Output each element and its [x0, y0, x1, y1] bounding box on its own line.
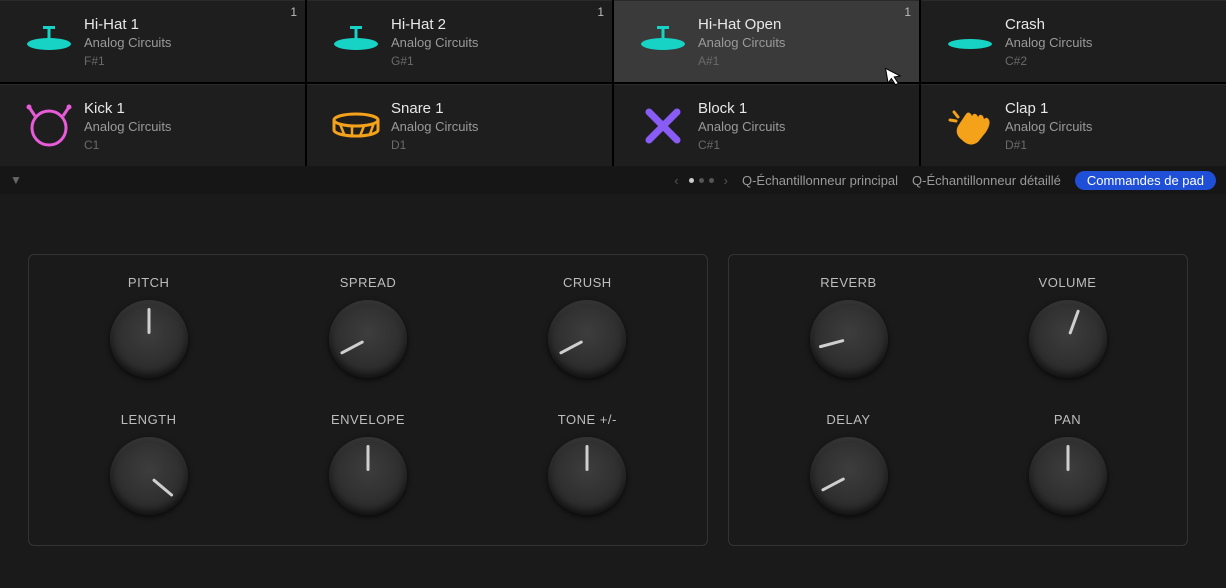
hihat-icon	[14, 22, 84, 62]
knob-label: VOLUME	[1039, 275, 1097, 290]
pad-engine: Analog Circuits	[391, 119, 598, 134]
pad-name: Kick 1	[84, 100, 291, 117]
sound-panel: PITCH SPREAD CRUSH LENGTH ENVELOPE TONE …	[28, 254, 708, 546]
knob-dial[interactable]	[329, 437, 407, 515]
disclosure-triangle[interactable]: ▼	[10, 173, 22, 187]
pad-clap-1[interactable]: Clap 1 Analog Circuits D#1	[921, 84, 1226, 166]
knob-label: ENVELOPE	[331, 412, 405, 427]
pad-snare-1[interactable]: Snare 1 Analog Circuits D1	[307, 84, 612, 166]
controls-area: PITCH SPREAD CRUSH LENGTH ENVELOPE TONE …	[0, 194, 1226, 566]
knob-dial[interactable]	[810, 300, 888, 378]
pad-engine: Analog Circuits	[1005, 35, 1212, 50]
pad-note: D1	[391, 138, 598, 152]
pad-group-badge: 1	[597, 5, 604, 19]
page-nav: ‹ ›	[674, 173, 728, 188]
knob-dial[interactable]	[548, 437, 626, 515]
knob-crush: CRUSH	[548, 275, 626, 378]
knob-label: TONE +/-	[558, 412, 617, 427]
pad-engine: Analog Circuits	[84, 35, 291, 50]
knob-dial[interactable]	[548, 300, 626, 378]
knob-dial[interactable]	[329, 300, 407, 378]
knob-dial[interactable]	[110, 437, 188, 515]
knob-delay: DELAY	[810, 412, 888, 515]
page-dots[interactable]	[689, 178, 714, 183]
pad-engine: Analog Circuits	[1005, 119, 1212, 134]
pad-note: C1	[84, 138, 291, 152]
knob-dial[interactable]	[110, 300, 188, 378]
block-icon	[628, 106, 698, 146]
pad-note: A#1	[698, 54, 905, 68]
hihat-icon	[321, 22, 391, 62]
pad-note: F#1	[84, 54, 291, 68]
knob-label: CRUSH	[563, 275, 612, 290]
pad-note: D#1	[1005, 138, 1212, 152]
pad-hi-hat-1[interactable]: Hi-Hat 1 Analog Circuits F#1 1	[0, 0, 305, 82]
pad-toolbar: ▼ ‹ › Q-Échantillonneur principal Q-Écha…	[0, 166, 1226, 194]
knob-spread: SPREAD	[329, 275, 407, 378]
knob-volume: VOLUME	[1029, 275, 1107, 378]
pad-hi-hat-open[interactable]: Hi-Hat Open Analog Circuits A#1 1	[614, 0, 919, 82]
pad-grid: Hi-Hat 1 Analog Circuits F#1 1 Hi-Hat 2 …	[0, 0, 1226, 166]
pad-hi-hat-2[interactable]: Hi-Hat 2 Analog Circuits G#1 1	[307, 0, 612, 82]
knob-tone-: TONE +/-	[548, 412, 626, 515]
pad-name: Crash	[1005, 16, 1212, 33]
tab-sampler-detail[interactable]: Q-Échantillonneur détaillé	[912, 173, 1061, 188]
pad-note: C#2	[1005, 54, 1212, 68]
pad-name: Block 1	[698, 100, 905, 117]
knob-label: PAN	[1054, 412, 1081, 427]
pad-name: Hi-Hat 2	[391, 16, 598, 33]
pad-engine: Analog Circuits	[698, 119, 905, 134]
knob-label: REVERB	[820, 275, 876, 290]
pad-name: Hi-Hat 1	[84, 16, 291, 33]
knob-dial[interactable]	[810, 437, 888, 515]
pad-engine: Analog Circuits	[698, 35, 905, 50]
knob-envelope: ENVELOPE	[329, 412, 407, 515]
knob-label: DELAY	[826, 412, 870, 427]
pad-group-badge: 1	[904, 5, 911, 19]
mix-panel: REVERB VOLUME DELAY PAN	[728, 254, 1188, 546]
knob-dial[interactable]	[1029, 437, 1107, 515]
knob-pan: PAN	[1029, 412, 1107, 515]
knob-dial[interactable]	[1029, 300, 1107, 378]
pad-name: Hi-Hat Open	[698, 16, 905, 33]
hihat-icon	[628, 22, 698, 62]
knob-label: PITCH	[128, 275, 170, 290]
knob-label: LENGTH	[121, 412, 177, 427]
pad-note: G#1	[391, 54, 598, 68]
knob-pitch: PITCH	[110, 275, 188, 378]
knob-reverb: REVERB	[810, 275, 888, 378]
cymbal-icon	[935, 22, 1005, 62]
tab-pad-commands[interactable]: Commandes de pad	[1075, 171, 1216, 190]
pad-block-1[interactable]: Block 1 Analog Circuits C#1	[614, 84, 919, 166]
pad-crash[interactable]: Crash Analog Circuits C#2	[921, 0, 1226, 82]
page-next[interactable]: ›	[724, 173, 728, 188]
tab-sampler-main[interactable]: Q-Échantillonneur principal	[742, 173, 898, 188]
kick-icon	[14, 104, 84, 148]
pad-note: C#1	[698, 138, 905, 152]
clap-icon	[935, 106, 1005, 146]
page-prev[interactable]: ‹	[674, 173, 678, 188]
pad-engine: Analog Circuits	[391, 35, 598, 50]
pad-engine: Analog Circuits	[84, 119, 291, 134]
pad-kick-1[interactable]: Kick 1 Analog Circuits C1	[0, 84, 305, 166]
knob-label: SPREAD	[340, 275, 396, 290]
pad-name: Clap 1	[1005, 100, 1212, 117]
pad-name: Snare 1	[391, 100, 598, 117]
snare-icon	[321, 108, 391, 144]
pad-group-badge: 1	[290, 5, 297, 19]
knob-length: LENGTH	[110, 412, 188, 515]
